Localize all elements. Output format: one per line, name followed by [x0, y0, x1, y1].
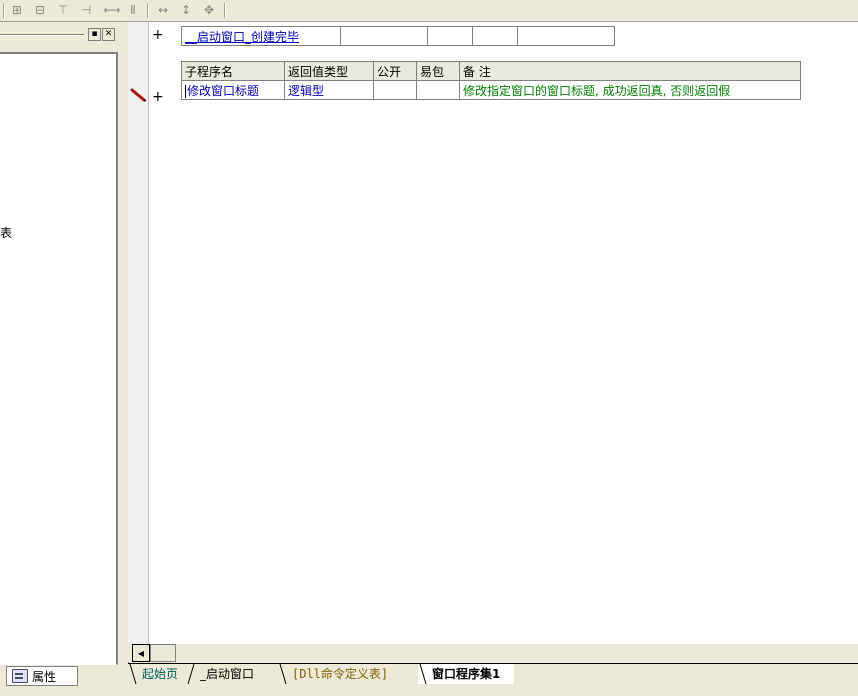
remark-cell[interactable]: 修改指定窗口的窗口标题, 成功返回真, 否则返回假	[459, 80, 801, 100]
event-table: __启动窗口_创建完毕	[181, 26, 615, 46]
table-row: 修改窗口标题 逻辑型 修改指定窗口的窗口标题, 成功返回真, 否则返回假	[181, 80, 801, 100]
subroutine-table: 子程序名 返回值类型 公开 易包 备 注 修改窗口标题 逻辑型 修改指定窗口的窗…	[181, 61, 801, 100]
tab-start-page[interactable]: 起始页	[128, 664, 192, 684]
easy-package-cell[interactable]	[416, 80, 460, 100]
column-header: 子程序名	[181, 61, 285, 81]
table-row: __启动窗口_创建完毕	[181, 26, 615, 46]
return-type-cell[interactable]: 逻辑型	[284, 80, 374, 100]
height-icon[interactable]: ↕	[177, 2, 195, 18]
toolbar: ⊞ ⊟ ⊤ ⊣ ⟷ Ⅱ ↔ ↕ ✥	[0, 0, 858, 22]
toolbar-separator	[224, 3, 226, 18]
document-tabs: 起始页 _启动窗口 [Dll命令定义表] 窗口程序集1	[128, 663, 858, 696]
properties-icon	[12, 669, 28, 683]
align-top-icon[interactable]: ⊤	[54, 2, 72, 18]
expand-plus-icon[interactable]: +	[152, 27, 164, 43]
properties-tab-label: 属性	[32, 669, 57, 684]
titlebar-grip	[0, 34, 84, 36]
subroutine-name-cell[interactable]: 修改窗口标题	[181, 80, 285, 100]
size-icon[interactable]: ✥	[200, 2, 218, 18]
tab-outline	[187, 664, 195, 684]
horizontal-scrollbar[interactable]: ◀	[128, 644, 858, 662]
same-width-icon[interactable]: ⟷	[103, 2, 121, 18]
align-left-icon[interactable]: ⊞	[8, 2, 26, 18]
scroll-thumb[interactable]	[150, 644, 176, 662]
tab-outline	[279, 664, 287, 684]
edit-pen-icon	[130, 88, 147, 102]
properties-tab[interactable]: 属性	[6, 666, 78, 686]
public-cell[interactable]	[373, 80, 417, 100]
column-header: 备 注	[459, 61, 801, 81]
tree-item-partial[interactable]: 表	[0, 224, 12, 241]
editor-gutter	[128, 22, 149, 644]
left-panel-content[interactable]: 表	[0, 52, 118, 665]
restore-icon[interactable]: ▪	[88, 28, 101, 41]
event-name-cell[interactable]: __启动窗口_创建完毕	[181, 26, 341, 46]
tab-dll-definitions[interactable]: [Dll命令定义表]	[278, 664, 402, 684]
subroutine-name: 修改窗口标题	[187, 83, 260, 98]
tab-outline	[419, 664, 427, 684]
text-cursor	[185, 84, 186, 98]
expand-plus-icon[interactable]: +	[152, 89, 164, 105]
left-panel: ▪ ✕ 表 属性	[0, 22, 124, 686]
code-editor[interactable]: + + __启动窗口_创建完毕 子程序名 返回值类型 公开 易包 备 注 修改窗…	[128, 22, 858, 644]
same-height-icon[interactable]: Ⅱ	[124, 2, 142, 18]
column-header: 易包	[416, 61, 460, 81]
left-panel-titlebar: ▪ ✕	[0, 28, 118, 42]
table-cell[interactable]	[517, 26, 615, 46]
width-icon[interactable]: ↔	[154, 2, 172, 18]
table-cell[interactable]	[340, 26, 428, 46]
toolbar-separator	[3, 3, 5, 18]
tab-startup-window[interactable]: _启动窗口	[186, 664, 268, 684]
column-header: 返回值类型	[284, 61, 374, 81]
toolbar-separator	[147, 3, 149, 18]
close-icon[interactable]: ✕	[102, 28, 115, 41]
align-right-icon[interactable]: ⊣	[77, 2, 95, 18]
table-cell[interactable]	[472, 26, 518, 46]
scroll-left-arrow-icon[interactable]: ◀	[132, 644, 150, 662]
table-header-row: 子程序名 返回值类型 公开 易包 备 注	[181, 61, 801, 81]
column-header: 公开	[373, 61, 417, 81]
tab-window-assembly[interactable]: 窗口程序集1	[418, 664, 515, 684]
table-cell[interactable]	[427, 26, 473, 46]
align-center-icon[interactable]: ⊟	[31, 2, 49, 18]
